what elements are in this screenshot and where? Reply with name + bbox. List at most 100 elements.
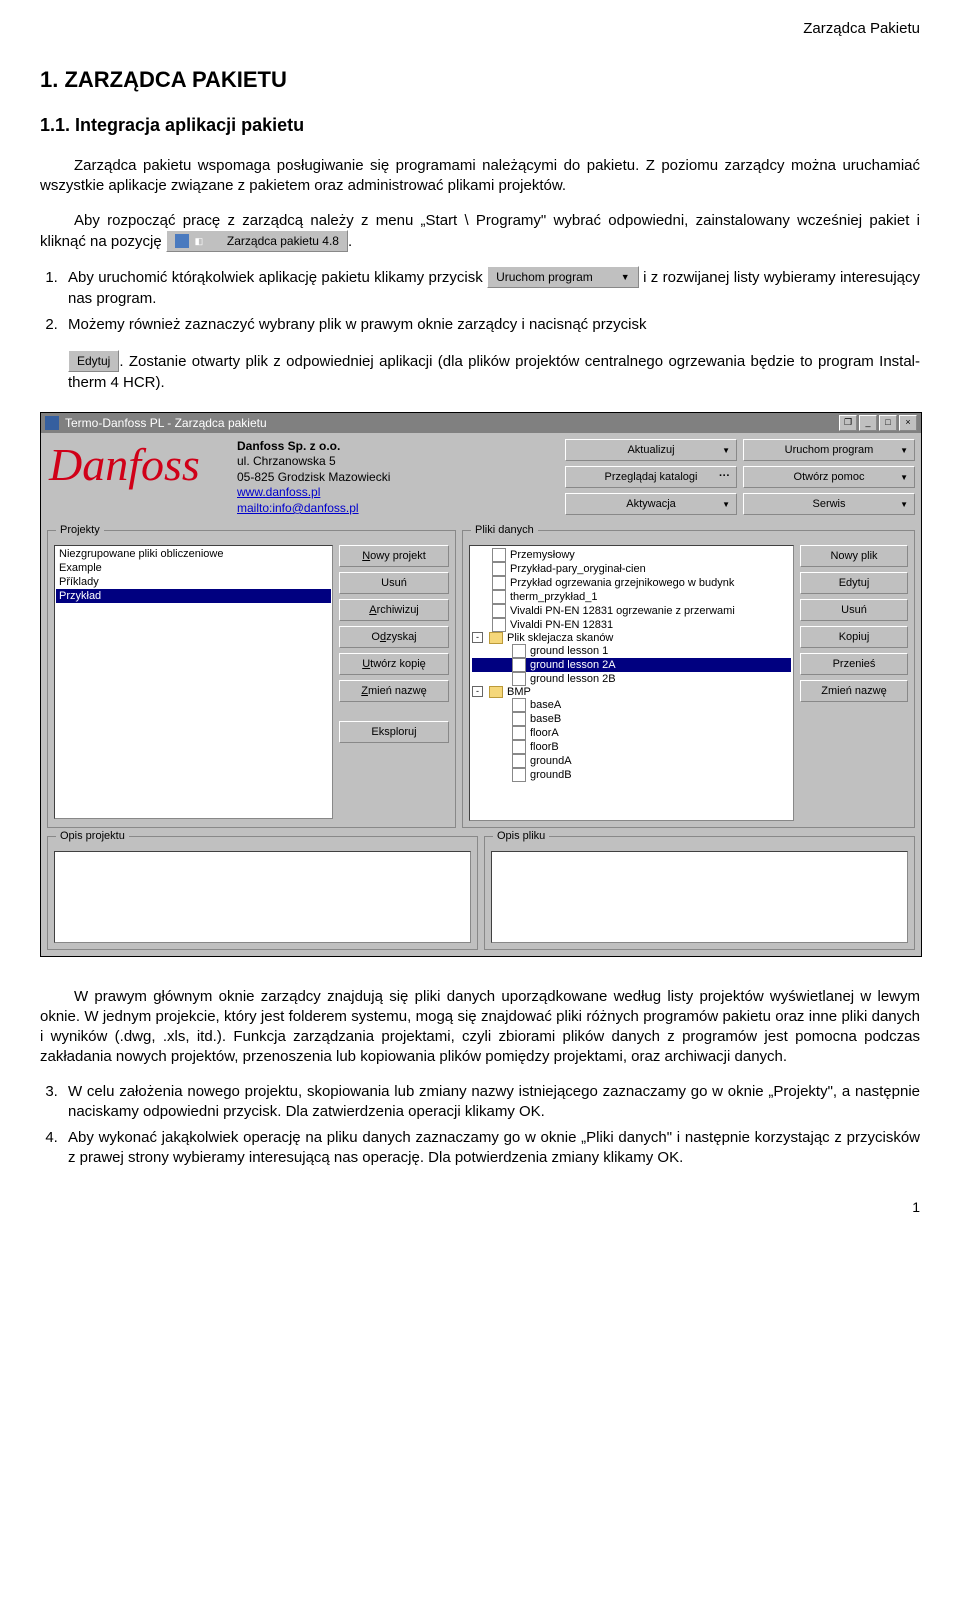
li2-text-a: Możemy również zaznaczyć wybrany plik w … (68, 316, 647, 333)
maximize-button[interactable]: □ (879, 415, 897, 431)
tree-file[interactable]: Vivaldi PN-EN 12831 ogrzewanie z przerwa… (472, 604, 791, 618)
expand-toggle-icon[interactable]: - (472, 632, 483, 643)
przenies-plik-button[interactable]: Przenieś (800, 653, 908, 675)
tree-file[interactable]: floorA (472, 726, 791, 740)
tree-folder[interactable]: - Plik sklejacza skanów (472, 632, 791, 644)
chevron-down-icon: ▼ (900, 497, 908, 513)
btn-label: Otwórz pomoc (794, 471, 865, 483)
tree-file[interactable]: groundB (472, 768, 791, 782)
tree-item-label: Plik sklejacza skanów (507, 632, 613, 644)
list-item-2: Możemy również zaznaczyć wybrany plik w … (62, 315, 920, 335)
chevron-down-icon: ▼ (900, 443, 908, 459)
tree-item-label: baseA (530, 699, 561, 711)
project-item[interactable]: Przykład (56, 589, 331, 603)
tree-file[interactable]: baseA (472, 698, 791, 712)
btn-label: Aktywacja (626, 498, 676, 510)
nowy-projekt-button[interactable]: Nowy projekt (339, 545, 449, 567)
tree-item-label: floorB (530, 741, 559, 753)
document-section-header: Zarządca Pakietu (40, 20, 920, 37)
list-item-1: Aby uruchomić którąkolwiek aplikację pak… (62, 267, 920, 309)
btn-rest: twórz kopię (370, 658, 426, 670)
project-item[interactable]: Niezgrupowane pliki obliczeniowe (56, 547, 331, 561)
page-number: 1 (40, 1199, 920, 1215)
paragraph-after-app: W prawym głównym oknie zarządcy znajdują… (40, 987, 920, 1068)
minimize-button[interactable]: _ (859, 415, 877, 431)
pliki-legend: Pliki danych (471, 524, 538, 536)
opis-projektu-box[interactable] (54, 851, 471, 943)
tree-item-label: ground lesson 2B (530, 673, 616, 685)
uruchom-program-button[interactable]: Uruchom program ▼ (743, 439, 915, 461)
zmien-nazwe-projekt-button[interactable]: Zmień nazwę (339, 680, 449, 702)
company-url[interactable]: www.danfoss.pl (237, 485, 320, 499)
chevron-down-icon: ▼ (722, 443, 730, 459)
expand-toggle-icon[interactable]: - (472, 686, 483, 697)
opis-pliku-box[interactable] (491, 851, 908, 943)
paragraph-start: Aby rozpocząć pracę z zarządcą należy z … (40, 211, 920, 253)
app-window: Termo-Danfoss PL - Zarządca pakietu ❐ _ … (40, 412, 922, 957)
tree-item-label: Vivaldi PN-EN 12831 (510, 619, 613, 631)
project-item[interactable]: Example (56, 561, 331, 575)
title-bar[interactable]: Termo-Danfoss PL - Zarządca pakietu ❐ _ … (41, 413, 921, 433)
tree-item-label: Przemysłowy (510, 549, 575, 561)
fullscreen-button[interactable]: ❐ (839, 415, 857, 431)
nowy-plik-button[interactable]: Nowy plik (800, 545, 908, 567)
file-icon (492, 590, 506, 604)
files-tree[interactable]: Przemysłowy Przykład-pary_oryginał-cienPr… (469, 545, 794, 821)
tree-file[interactable]: floorB (472, 740, 791, 754)
usun-projekt-button[interactable]: Usuń (339, 572, 449, 594)
file-icon (512, 754, 526, 768)
menu-item-label: Zarządca pakietu 4.8 (193, 233, 339, 249)
menu-item-zarzadca[interactable]: ◧ Zarządca pakietu 4.8 (166, 230, 348, 252)
tree-file[interactable]: Przykład ogrzewania grzejnikowego w budy… (472, 576, 791, 590)
logo-area: Danfoss (49, 439, 229, 520)
eksploruj-button[interactable]: Eksploruj (339, 721, 449, 743)
addr-line2: 05-825 Grodzisk Mazowiecki (237, 470, 390, 484)
danfoss-logo: Danfoss (49, 439, 229, 484)
tree-file[interactable]: baseB (472, 712, 791, 726)
projekty-group: Projekty Niezgrupowane pliki obliczeniow… (47, 530, 456, 828)
tree-file[interactable]: ground lesson 2A (472, 658, 791, 672)
odzyskaj-button[interactable]: Odzyskaj (339, 626, 449, 648)
app-icon (45, 416, 59, 430)
utworz-kopie-button[interactable]: Utwórz kopię (339, 653, 449, 675)
company-mail[interactable]: mailto:info@danfoss.pl (237, 501, 359, 515)
tree-file[interactable]: groundA (472, 754, 791, 768)
tree-item-label: baseB (530, 713, 561, 725)
btn-label: Uruchom program (785, 444, 874, 456)
tree-file[interactable]: ground lesson 2B (472, 672, 791, 686)
tree-file[interactable]: Vivaldi PN-EN 12831 (472, 618, 791, 632)
serwis-button[interactable]: Serwis▼ (743, 493, 915, 515)
aktywacja-button[interactable]: Aktywacja▼ (565, 493, 737, 515)
list-item-4: Aby wykonać jakąkolwiek operację na plik… (62, 1128, 920, 1169)
uruchom-program-button[interactable]: Uruchom program ▼ (487, 266, 639, 288)
tree-file[interactable]: ground lesson 1 (472, 644, 791, 658)
addr-line1: ul. Chrzanowska 5 (237, 454, 336, 468)
tree-item-label: Vivaldi PN-EN 12831 ogrzewanie z przerwa… (510, 605, 735, 617)
close-button[interactable]: × (899, 415, 917, 431)
file-icon (492, 618, 506, 632)
tree-folder[interactable]: -BMP (472, 686, 791, 698)
file-icon (512, 768, 526, 782)
tree-item-label: ground lesson 1 (530, 645, 608, 657)
project-item[interactable]: Příklady (56, 575, 331, 589)
otworz-pomoc-button[interactable]: Otwórz pomoc▼ (743, 466, 915, 488)
tree-file[interactable]: Przemysłowy (472, 548, 791, 562)
btn-label: Przeglądaj katalogi (605, 471, 698, 483)
przegladaj-katalogi-button[interactable]: Przeglądaj katalogi ··· (565, 466, 737, 488)
usun-plik-button[interactable]: Usuń (800, 599, 908, 621)
ellipsis-icon: ··· (719, 468, 730, 484)
opis-pliku-legend: Opis pliku (493, 830, 549, 842)
zmien-nazwe-plik-button[interactable]: Zmień nazwę (800, 680, 908, 702)
archiwizuj-button[interactable]: Archiwizuj (339, 599, 449, 621)
tree-item-label: Przykład-pary_oryginał-cien (510, 563, 646, 575)
edytuj-button-inline[interactable]: Edytuj (68, 350, 119, 372)
file-icon (512, 672, 526, 686)
kopiuj-plik-button[interactable]: Kopiuj (800, 626, 908, 648)
file-icon (512, 658, 526, 672)
projekty-legend: Projekty (56, 524, 104, 536)
tree-file[interactable]: Przykład-pary_oryginał-cien (472, 562, 791, 576)
aktualizuj-button[interactable]: Aktualizuj▼ (565, 439, 737, 461)
tree-file[interactable]: therm_przykład_1 (472, 590, 791, 604)
edytuj-plik-button[interactable]: Edytuj (800, 572, 908, 594)
projects-list[interactable]: Niezgrupowane pliki obliczenioweExampleP… (54, 545, 333, 819)
